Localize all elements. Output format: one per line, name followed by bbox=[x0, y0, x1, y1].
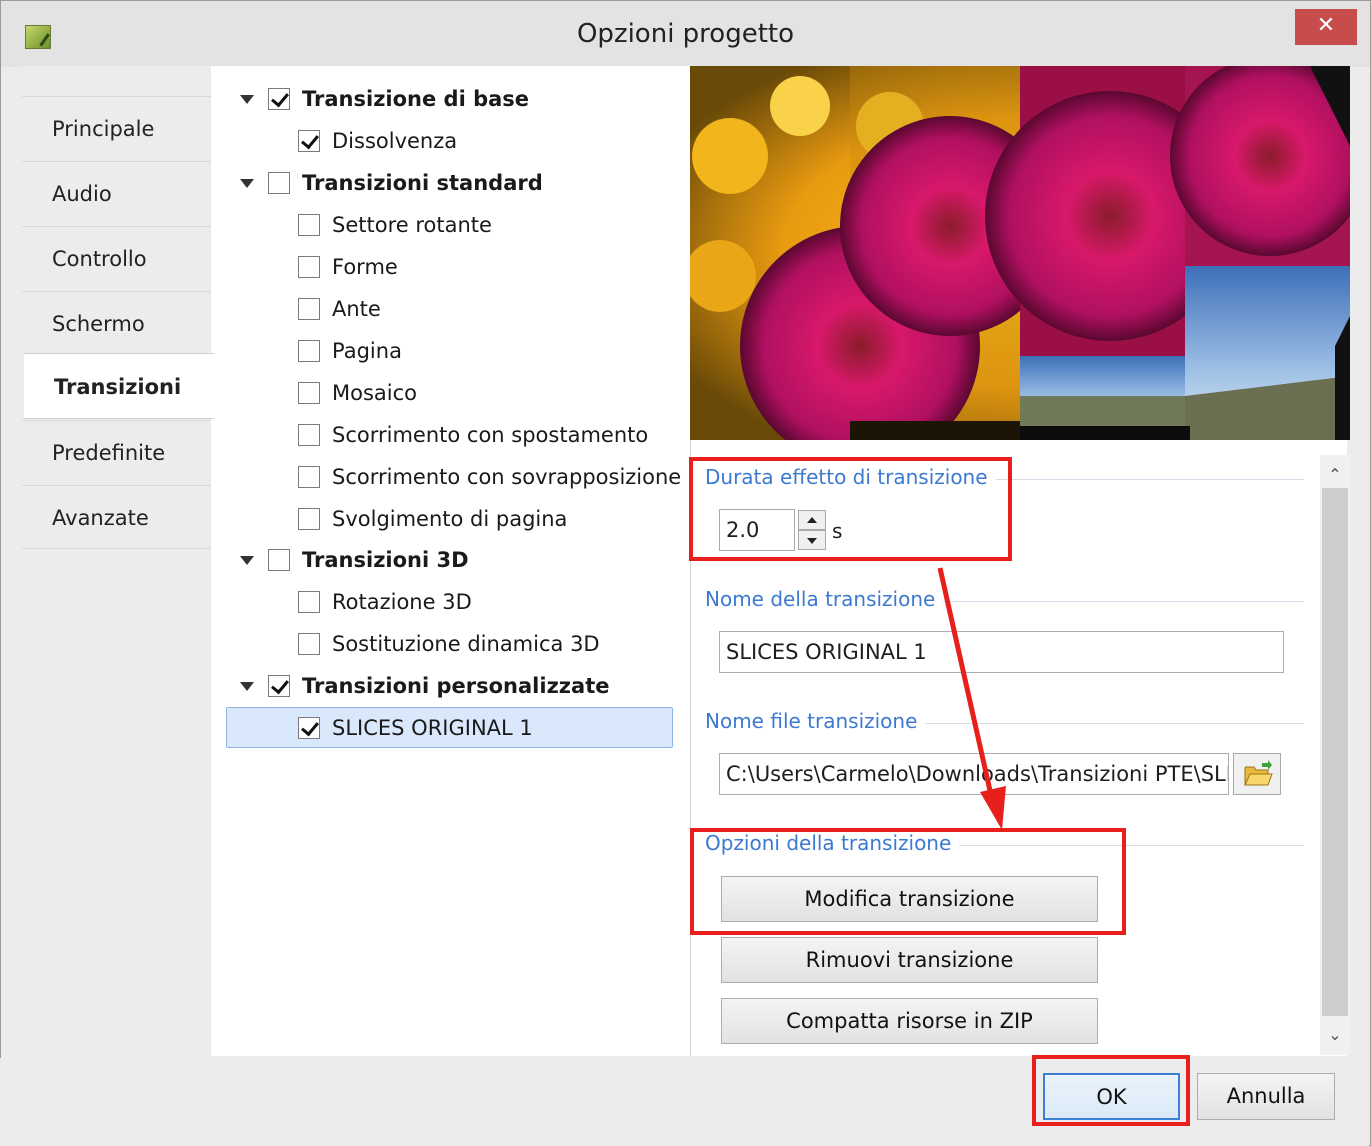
tree-item-selected[interactable]: SLICES ORIGINAL 1 bbox=[298, 708, 533, 748]
tree-label: Ante bbox=[332, 297, 381, 321]
tree-item[interactable]: Rotazione 3D bbox=[298, 582, 472, 622]
tree-label: Mosaico bbox=[332, 381, 418, 405]
transition-preview-image bbox=[690, 66, 1350, 440]
nav-item-principale[interactable]: Principale bbox=[22, 96, 211, 160]
category-nav: Principale Audio Controllo Schermo Trans… bbox=[22, 66, 214, 1056]
remove-transition-button[interactable]: Rimuovi transizione bbox=[721, 937, 1098, 983]
ok-highlight-box bbox=[1032, 1055, 1190, 1126]
checkbox[interactable] bbox=[298, 508, 320, 530]
transition-name-input[interactable]: SLICES ORIGINAL 1 bbox=[719, 631, 1284, 673]
checkbox[interactable] bbox=[298, 214, 320, 236]
file-section-title: Nome file transizione bbox=[705, 709, 926, 733]
checkbox[interactable] bbox=[298, 340, 320, 362]
tree-label: Svolgimento di pagina bbox=[332, 507, 568, 531]
checkbox[interactable] bbox=[298, 256, 320, 278]
name-section-title: Nome della transizione bbox=[705, 587, 944, 611]
expand-arrow-icon[interactable] bbox=[240, 681, 254, 691]
title-bar[interactable]: Opzioni progetto ✕ bbox=[1, 1, 1370, 67]
tree-label: Settore rotante bbox=[332, 213, 492, 237]
expand-arrow-icon[interactable] bbox=[240, 94, 254, 104]
folder-open-icon bbox=[1244, 760, 1273, 786]
tree-item[interactable]: Pagina bbox=[298, 331, 402, 371]
scrollbar-thumb[interactable] bbox=[1322, 488, 1348, 1016]
tree-item[interactable]: Sostituzione dinamica 3D bbox=[298, 624, 600, 664]
tree-group-3d[interactable]: Transizioni 3D bbox=[240, 540, 469, 580]
window-title: Opzioni progetto bbox=[576, 19, 795, 49]
tree-item[interactable]: Scorrimento con spostamento bbox=[298, 415, 648, 455]
checkbox[interactable] bbox=[298, 591, 320, 613]
preview-flowers-image bbox=[690, 66, 1350, 440]
nav-item-controllo[interactable]: Controllo bbox=[22, 226, 211, 290]
checkbox[interactable] bbox=[298, 298, 320, 320]
tree-item[interactable]: Mosaico bbox=[298, 373, 417, 413]
tree-group-standard[interactable]: Transizioni standard bbox=[240, 163, 543, 203]
tree-label: Scorrimento con spostamento bbox=[332, 423, 649, 447]
tree-label: Pagina bbox=[332, 339, 402, 363]
tree-group-base[interactable]: Transizione di base bbox=[240, 79, 529, 119]
tree-label: Dissolvenza bbox=[332, 129, 458, 153]
checkbox[interactable] bbox=[298, 633, 320, 655]
expand-arrow-icon[interactable] bbox=[240, 555, 254, 565]
nav-item-avanzate[interactable]: Avanzate bbox=[22, 485, 211, 549]
tree-item[interactable]: Forme bbox=[298, 247, 398, 287]
tree-item[interactable]: Dissolvenza bbox=[298, 121, 457, 161]
tree-label: Transizioni 3D bbox=[302, 548, 469, 572]
nav-item-predefinite[interactable]: Predefinite bbox=[22, 420, 211, 484]
checkbox[interactable] bbox=[298, 130, 320, 152]
nav-item-audio[interactable]: Audio bbox=[22, 161, 211, 225]
checkbox[interactable] bbox=[268, 172, 290, 194]
tree-item[interactable]: Settore rotante bbox=[298, 205, 492, 245]
transition-file-input[interactable]: C:\Users\Carmelo\Downloads\Transizioni P… bbox=[719, 753, 1229, 795]
close-button[interactable]: ✕ bbox=[1295, 9, 1357, 45]
tree-label: Scorrimento con sovrapposizione bbox=[332, 465, 682, 489]
tree-label: Sostituzione dinamica 3D bbox=[332, 632, 600, 656]
tree-label: Rotazione 3D bbox=[332, 590, 472, 614]
checkbox[interactable] bbox=[298, 466, 320, 488]
pack-zip-button[interactable]: Compatta risorse in ZIP bbox=[721, 998, 1098, 1044]
nav-item-schermo[interactable]: Schermo bbox=[22, 291, 211, 355]
browse-folder-button[interactable] bbox=[1233, 753, 1281, 795]
tree-label: Forme bbox=[332, 255, 398, 279]
tree-label: Transizione di base bbox=[302, 87, 530, 111]
tree-group-custom[interactable]: Transizioni personalizzate bbox=[240, 666, 609, 706]
cancel-button[interactable]: Annulla bbox=[1197, 1073, 1335, 1120]
scroll-down-icon[interactable]: ⌄ bbox=[1326, 1026, 1344, 1044]
checkbox[interactable] bbox=[298, 717, 320, 739]
options-highlight-box bbox=[690, 828, 1126, 935]
tree-item[interactable]: Svolgimento di pagina bbox=[298, 499, 567, 539]
duration-highlight-box bbox=[689, 457, 1012, 561]
checkbox[interactable] bbox=[268, 88, 290, 110]
tree-label: Transizioni personalizzate bbox=[302, 674, 610, 698]
scroll-up-icon[interactable]: ⌃ bbox=[1326, 466, 1344, 484]
checkbox[interactable] bbox=[268, 675, 290, 697]
checkbox[interactable] bbox=[298, 382, 320, 404]
tree-item[interactable]: Scorrimento con sovrapposizione bbox=[298, 457, 681, 497]
tree-label: Transizioni standard bbox=[302, 171, 543, 195]
checkbox[interactable] bbox=[298, 424, 320, 446]
tree-item[interactable]: Ante bbox=[298, 289, 381, 329]
tree-label: SLICES ORIGINAL 1 bbox=[332, 716, 533, 740]
expand-arrow-icon[interactable] bbox=[240, 178, 254, 188]
checkbox[interactable] bbox=[268, 549, 290, 571]
nav-item-transizioni[interactable]: Transizioni bbox=[24, 353, 214, 419]
